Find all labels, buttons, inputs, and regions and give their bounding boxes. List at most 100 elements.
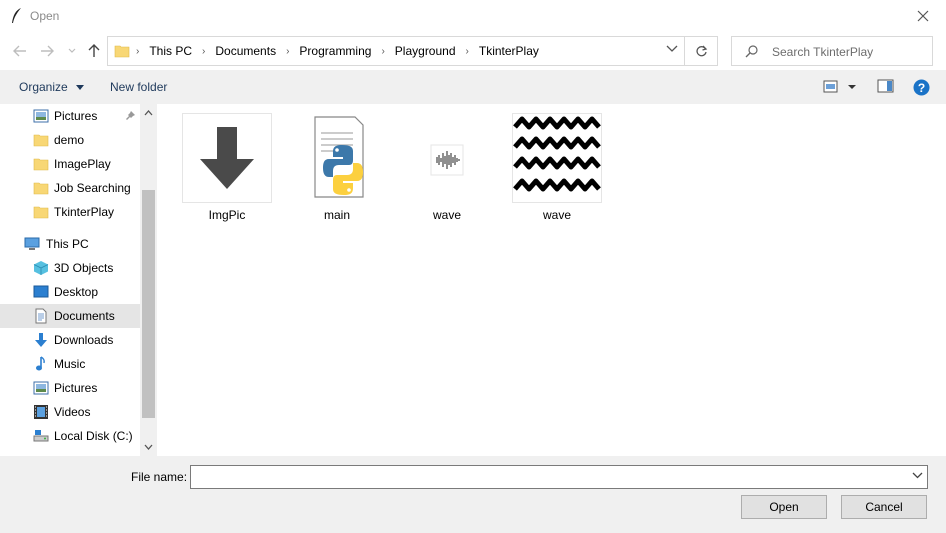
sidebar-item-local-disk[interactable]: Local Disk (C:)	[0, 424, 140, 448]
sidebar-item-label: Downloads	[54, 333, 114, 347]
file-item-imgpic[interactable]: ImgPic	[179, 112, 275, 222]
feather-icon	[12, 8, 21, 23]
sidebar-item-label: Videos	[54, 405, 91, 419]
python-file-icon	[314, 116, 364, 198]
search-placeholder: Search TkinterPlay	[772, 45, 874, 59]
sidebar-item-label: Job Searching	[54, 181, 131, 195]
scrollbar-thumb[interactable]	[142, 190, 155, 418]
file-item-main[interactable]: main	[289, 112, 385, 222]
forward-button[interactable]	[38, 42, 56, 60]
breadcrumb: › This PC › Documents › Programming › Pl…	[114, 37, 549, 65]
sidebar-item-pictures[interactable]: Pictures	[0, 376, 140, 400]
sidebar-item-videos[interactable]: Videos	[0, 400, 140, 424]
sidebar-item-label: Pictures	[54, 381, 98, 395]
sidebar-item-pictures-quick[interactable]: Pictures	[0, 104, 140, 128]
file-item-wave-image[interactable]: wave	[509, 112, 605, 222]
downloads-icon	[35, 333, 47, 347]
sidebar-item-desktop[interactable]: Desktop	[0, 280, 140, 304]
crumb-playground[interactable]: Playground	[395, 44, 456, 58]
title-bar: Open	[0, 0, 946, 32]
chevron-down-icon[interactable]	[912, 472, 923, 479]
videos-icon	[34, 405, 48, 419]
svg-text:?: ?	[918, 81, 925, 95]
scroll-down-icon[interactable]	[144, 444, 153, 450]
3d-objects-icon	[33, 261, 49, 275]
new-folder-button[interactable]: New folder	[110, 80, 167, 94]
folder-icon	[33, 158, 49, 171]
preview-pane-icon[interactable]	[877, 79, 894, 94]
close-icon	[917, 10, 929, 22]
sidebar-item-3d-objects[interactable]: 3D Objects	[0, 256, 140, 280]
close-button[interactable]	[900, 0, 946, 32]
sidebar-item-label: 3D Objects	[54, 261, 114, 275]
arrow-up-icon	[88, 44, 100, 57]
sidebar-item-label: demo	[54, 133, 85, 147]
crumb-tkinterplay[interactable]: TkinterPlay	[479, 44, 539, 58]
crumb-programming[interactable]: Programming	[299, 44, 371, 58]
footer-panel: File name: Open Cancel	[0, 456, 946, 533]
nav-scrollbar[interactable]	[140, 104, 157, 456]
back-button[interactable]	[11, 42, 29, 60]
pictures-icon	[33, 109, 49, 123]
folder-icon	[114, 45, 130, 58]
desktop-icon	[33, 285, 49, 298]
download-arrow-thumbnail	[182, 113, 272, 203]
file-list: ImgPic main wave wave	[157, 104, 946, 456]
file-name-label: File name:	[131, 470, 188, 484]
organize-button[interactable]: Organize	[19, 80, 85, 94]
sidebar-item-label: Documents	[54, 309, 115, 323]
sidebar-item-job-searching[interactable]: Job Searching	[0, 176, 140, 200]
crumb-documents[interactable]: Documents	[215, 44, 276, 58]
open-button-label: Open	[769, 500, 799, 514]
crumb-this-pc[interactable]: This PC	[149, 44, 192, 58]
sidebar-item-label: Desktop	[54, 285, 99, 299]
chevron-right-icon: ›	[465, 45, 469, 57]
pc-icon	[24, 237, 40, 250]
help-icon[interactable]: ?	[913, 79, 930, 96]
file-item-wave-audio[interactable]: wave	[399, 112, 495, 222]
sidebar-item-demo[interactable]: demo	[0, 128, 140, 152]
sidebar-item-label: ImagePlay	[54, 157, 111, 171]
chevron-right-icon: ›	[136, 45, 140, 57]
sidebar-item-imageplay[interactable]: ImagePlay	[0, 152, 140, 176]
music-icon	[36, 356, 45, 371]
folder-icon	[33, 182, 49, 195]
sidebar-item-downloads[interactable]: Downloads	[0, 328, 140, 352]
recent-locations-button[interactable]	[63, 42, 81, 60]
folder-icon	[33, 134, 49, 147]
sidebar-item-label: Local Disk (C:)	[54, 429, 133, 443]
file-name: wave	[542, 208, 571, 222]
command-bar: Organize New folder ?	[0, 70, 946, 104]
file-name: ImgPic	[208, 208, 246, 222]
chevron-right-icon: ›	[286, 45, 290, 57]
refresh-button[interactable]	[685, 36, 718, 66]
navigation-pane: Pictures demo ImagePlay Job Searching Tk…	[0, 104, 157, 456]
sidebar-item-documents[interactable]: Documents	[0, 304, 140, 328]
file-name-input[interactable]	[190, 465, 928, 489]
sidebar-item-label: Music	[54, 357, 86, 371]
sidebar-item-this-pc[interactable]: This PC	[0, 232, 140, 256]
up-button[interactable]	[85, 42, 103, 60]
documents-icon	[35, 308, 47, 324]
cancel-button[interactable]: Cancel	[841, 495, 927, 519]
scroll-up-icon[interactable]	[144, 110, 153, 116]
cancel-button-label: Cancel	[865, 500, 903, 514]
search-icon	[745, 45, 758, 58]
address-bar[interactable]: › This PC › Documents › Programming › Pl…	[107, 36, 685, 66]
sidebar-item-music[interactable]: Music	[0, 352, 140, 376]
chevron-right-icon: ›	[202, 45, 206, 57]
pin-icon	[126, 111, 135, 120]
audio-wave-icon	[430, 144, 464, 176]
view-options-icon[interactable]	[823, 79, 859, 95]
sidebar-item-tkinterplay[interactable]: TkinterPlay	[0, 200, 140, 224]
zigzag-image-thumbnail	[512, 113, 602, 203]
sidebar-item-label: Pictures	[54, 109, 98, 123]
file-name: main	[323, 208, 350, 222]
folder-icon	[33, 206, 49, 219]
arrow-left-icon	[13, 45, 26, 57]
arrow-right-icon	[41, 45, 54, 57]
chevron-down-icon[interactable]	[666, 45, 678, 53]
refresh-icon	[695, 45, 707, 56]
search-box[interactable]: Search TkinterPlay	[731, 36, 933, 66]
open-button[interactable]: Open	[741, 495, 827, 519]
